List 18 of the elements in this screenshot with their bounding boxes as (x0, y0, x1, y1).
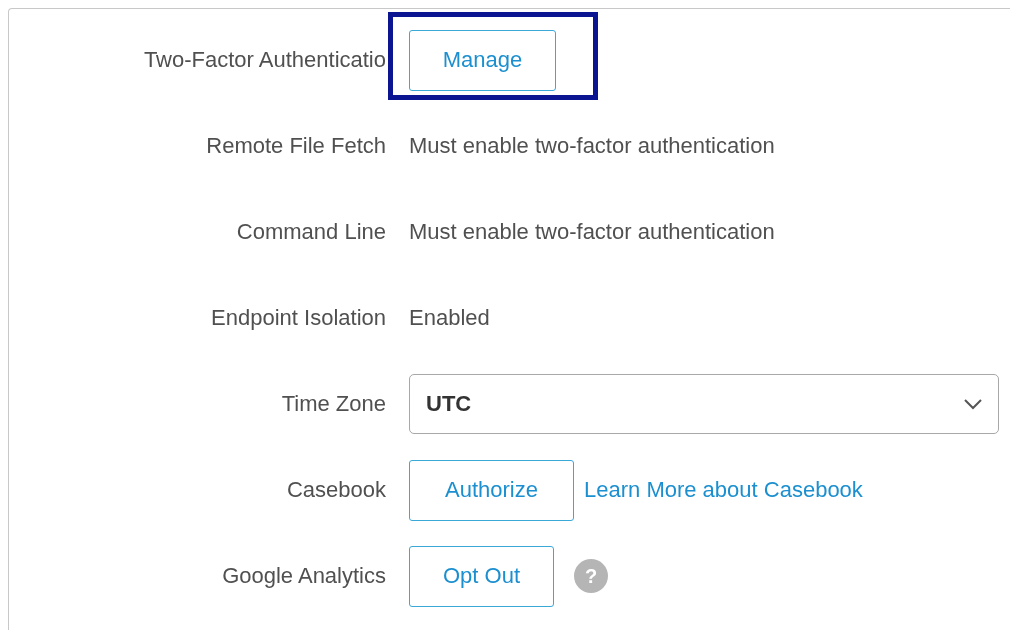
setting-label: Two-Factor Authenticatio (142, 47, 386, 73)
setting-label: Casebook (285, 477, 386, 503)
select-value: UTC (426, 391, 472, 417)
help-icon[interactable]: ? (574, 559, 608, 593)
setting-label: Remote File Fetch (205, 133, 386, 159)
chevron-down-icon (964, 398, 982, 410)
setting-label: Endpoint Isolation (210, 305, 386, 331)
setting-label: Time Zone (280, 391, 386, 417)
learn-more-link[interactable]: Learn More about Casebook (584, 477, 863, 503)
setting-label: Command Line (235, 219, 386, 245)
setting-value: Must enable two-factor authentication (409, 133, 775, 159)
setting-label: Google Analytics (221, 563, 386, 589)
action-button[interactable]: Authorize (409, 459, 574, 521)
setting-value: Enabled (409, 305, 490, 331)
action-button[interactable]: Manage (409, 29, 556, 91)
time-zone-select[interactable]: UTC (409, 374, 999, 434)
setting-value: Must enable two-factor authentication (409, 219, 775, 245)
action-button[interactable]: Opt Out (409, 545, 554, 607)
